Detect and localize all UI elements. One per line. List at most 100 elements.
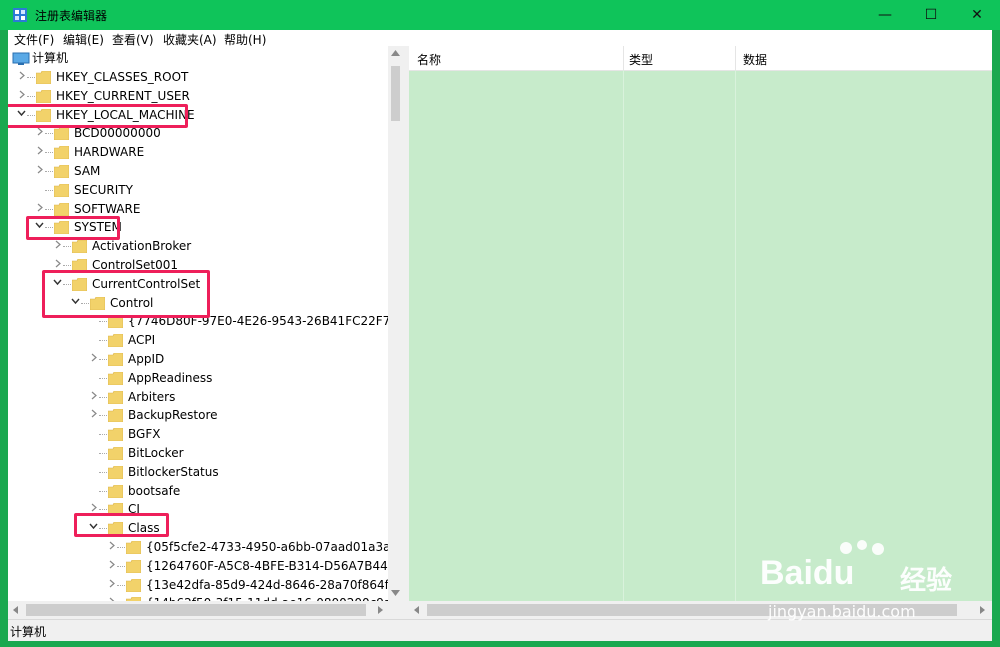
folder-icon (108, 428, 123, 442)
tree-connector (99, 490, 107, 492)
tree-item[interactable]: BackupRestore (8, 406, 388, 425)
tree-item[interactable]: BGFX (8, 425, 388, 444)
tree-connector (27, 77, 35, 78)
tree-item[interactable]: BitlockerStatus (8, 463, 388, 482)
main-content: 计算机 HKEY_CLASSES_ROOT HKEY_CURRENT_USER HK… (8, 46, 992, 619)
tree-item[interactable]: Arbiters (8, 388, 388, 407)
computer-icon (12, 52, 30, 65)
tree-connector (99, 321, 107, 323)
expanded-chevron-icon[interactable] (34, 218, 44, 237)
watermark-brand-cn: 经验 (900, 566, 953, 596)
collapsed-chevron-icon[interactable] (16, 87, 26, 106)
menu-bar: 文件(F) 编辑(E) 查看(V) 收藏夹(A) 帮助(H) (8, 30, 992, 47)
scroll-left-icon[interactable] (413, 606, 421, 614)
column-name[interactable]: 名称 (417, 51, 441, 68)
tree-root-label: 计算机 (32, 51, 69, 65)
column-data[interactable]: 数据 (743, 51, 767, 68)
tree-item[interactable]: SECURITY (8, 181, 388, 200)
tree-item[interactable]: Control (8, 294, 388, 313)
scroll-right-icon[interactable] (376, 606, 384, 614)
tree-item[interactable]: {13e42dfa-85d9-424d-8646-28a70f864f9c} (8, 576, 403, 595)
column-type[interactable]: 类型 (629, 51, 653, 68)
tree-connector (45, 152, 53, 154)
tree-item[interactable]: SAM (8, 162, 388, 181)
collapsed-chevron-icon[interactable] (106, 538, 116, 557)
folder-icon (126, 578, 141, 592)
tree-item-label: ControlSet001 (92, 258, 178, 272)
collapsed-chevron-icon[interactable] (106, 557, 116, 576)
expanded-chevron-icon[interactable] (70, 294, 80, 313)
tree-item[interactable]: BCD00000000 (8, 124, 388, 143)
list-header: 名称 类型 数据 (409, 46, 992, 71)
tree-vertical-scrollbar[interactable] (388, 46, 403, 601)
tree-item[interactable]: Class (8, 519, 388, 538)
tree-item[interactable]: BitLocker (8, 444, 388, 463)
tree-item[interactable]: HKEY_CURRENT_USER (8, 87, 388, 106)
collapsed-chevron-icon[interactable] (34, 124, 44, 143)
scroll-left-icon[interactable] (12, 606, 20, 614)
tree-item[interactable]: {05f5cfe2-4733-4950-a6bb-07aad01a3a84} (8, 538, 403, 557)
maximize-button[interactable]: ☐ (908, 0, 954, 30)
scroll-down-icon[interactable] (391, 589, 400, 597)
collapsed-chevron-icon[interactable] (106, 576, 116, 595)
tree-item[interactable]: bootsafe (8, 482, 388, 501)
title-bar[interactable]: 注册表编辑器 — ☐ ✕ (0, 0, 1000, 30)
folder-icon (126, 559, 141, 573)
close-button[interactable]: ✕ (954, 0, 1000, 30)
folder-icon (108, 484, 123, 498)
tree-item[interactable]: {1264760F-A5C8-4BFE-B314-D56A7B44A362} (8, 557, 403, 576)
expanded-chevron-icon[interactable] (16, 106, 26, 125)
tree-item-label: AppID (128, 352, 165, 366)
tree-item[interactable]: SOFTWARE (8, 200, 388, 219)
tree-item[interactable]: HKEY_LOCAL_MACHINE (8, 106, 388, 125)
tree-item-label: BGFX (128, 427, 161, 442)
tree-item[interactable]: {7746D80F-97E0-4E26-9543-26B41FC22F79} (8, 312, 403, 331)
tree-connector (99, 415, 107, 417)
collapsed-chevron-icon[interactable] (88, 406, 98, 425)
collapsed-chevron-icon[interactable] (88, 388, 98, 407)
expanded-chevron-icon[interactable] (52, 275, 62, 294)
tree-connector (117, 565, 125, 567)
tree-item[interactable]: AppID (8, 350, 388, 369)
scroll-up-icon[interactable] (391, 49, 400, 57)
collapsed-chevron-icon[interactable] (52, 237, 62, 256)
tree-connector (117, 584, 125, 586)
tree-item[interactable]: ControlSet001 (8, 256, 388, 275)
tree-item-label: BitLocker (128, 446, 184, 460)
column-gridline (623, 70, 624, 601)
tree-item[interactable]: AppReadiness (8, 369, 388, 388)
minimize-button[interactable]: — (862, 0, 908, 30)
expanded-chevron-icon[interactable] (88, 519, 98, 538)
collapsed-chevron-icon[interactable] (34, 143, 44, 162)
tree-scroll-thumb[interactable] (391, 66, 400, 121)
tree-item[interactable]: HARDWARE (8, 143, 388, 162)
tree-connector (63, 265, 71, 266)
collapsed-chevron-icon[interactable] (88, 350, 98, 369)
folder-icon (108, 390, 123, 404)
tree-item-label: SOFTWARE (74, 201, 141, 216)
tree-horizontal-scrollbar[interactable] (8, 601, 403, 619)
folder-icon (108, 503, 123, 517)
folder-icon (54, 183, 69, 197)
tree-item-label: CurrentControlSet (92, 276, 201, 291)
column-divider[interactable] (735, 46, 736, 70)
tree-item[interactable]: HKEY_CLASSES_ROOT (8, 68, 388, 87)
folder-icon (54, 202, 69, 216)
collapsed-chevron-icon[interactable] (52, 256, 62, 275)
tree-item[interactable]: ActivationBroker (8, 237, 388, 256)
tree-item[interactable]: CI (8, 500, 388, 519)
collapsed-chevron-icon[interactable] (34, 162, 44, 181)
tree-item[interactable]: CurrentControlSet (8, 275, 388, 294)
column-divider[interactable] (623, 46, 624, 70)
registry-editor-icon (13, 8, 27, 22)
registry-tree[interactable]: 计算机 HKEY_CLASSES_ROOT HKEY_CURRENT_USER HK… (8, 46, 404, 619)
collapsed-chevron-icon[interactable] (34, 200, 44, 219)
values-list[interactable]: 名称 类型 数据 (409, 46, 992, 619)
tree-item[interactable]: ACPI (8, 331, 388, 350)
folder-icon (36, 89, 51, 103)
collapsed-chevron-icon[interactable] (88, 500, 98, 519)
tree-hscroll-thumb[interactable] (26, 604, 366, 616)
collapsed-chevron-icon[interactable] (16, 68, 26, 87)
tree-item[interactable]: SYSTEM (8, 218, 388, 237)
folder-icon (108, 334, 123, 348)
